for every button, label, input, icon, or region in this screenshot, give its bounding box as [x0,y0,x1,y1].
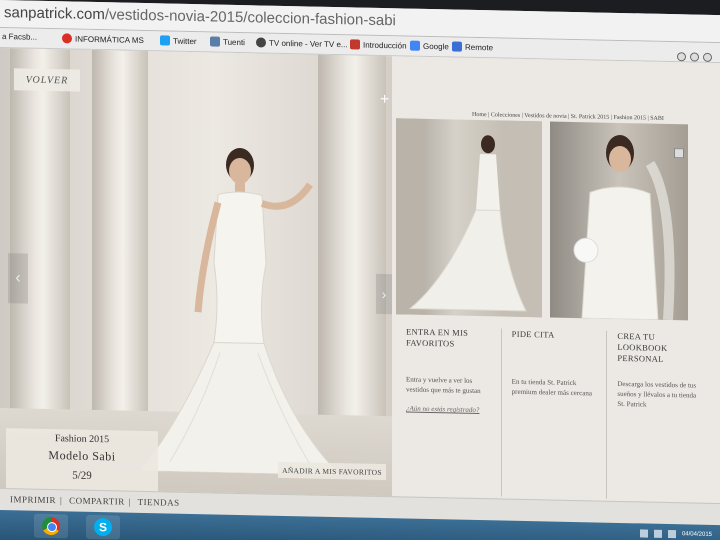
bookmark-tv-online[interactable]: TV online - Ver TV e... [256,37,348,49]
taskbar-clock[interactable]: 04/04/2015 [682,530,712,539]
dress-back-photo [396,118,542,318]
bookmark-label: Remote [465,42,494,52]
url-host: sanpatrick.com [4,4,105,24]
browser-window: sanpatrick.com/vestidos-novia-2015/colec… [0,0,720,540]
google-icon [410,40,420,51]
model-name: Modelo Sabi [48,448,116,464]
stores-link[interactable]: TIENDAS [138,497,180,508]
remote-icon [452,41,462,52]
twitter-icon [160,35,170,46]
feature-title: ENTRA EN MIS FAVORITOS [406,326,469,349]
feature-desc: En tu tienda St. Patrick premium dealer … [511,377,592,398]
bookmark-informatica[interactable]: INFORMÁTICA MS [62,33,144,45]
prev-arrow-icon[interactable]: ‹ [8,253,28,304]
flag-icon[interactable] [667,529,676,539]
model-caption: Fashion 2015 Modelo Sabi 5/29 [6,428,158,494]
url-path: /vestidos-novia-2015/coleccion-fashion-s… [104,6,396,30]
bookmark-introduccion[interactable]: Introducción [350,39,407,50]
refresh-icon[interactable] [677,52,686,62]
collection-name: Fashion 2015 [54,433,110,446]
bookmark-google[interactable]: Google [410,40,449,52]
star-icon[interactable] [690,52,699,62]
bookmark-icon [62,33,72,44]
clock-date: 04/04/2015 [681,531,712,538]
footer-links: IMPRIMIR | COMPARTIR | TIENDAS [10,494,184,508]
back-button[interactable]: VOLVER [14,68,80,92]
bookmark-icon [350,39,360,50]
print-link[interactable]: IMPRIMIR [10,494,56,505]
feature-desc: Entra y vuelve a ver los vestidos que má… [406,375,481,396]
bookmark-facebook[interactable]: a Facsb... [2,32,37,42]
detail-panel: Home | Colecciones | Vestidos de novia |… [392,56,720,504]
wedding-dress-photo [140,148,340,476]
chrome-icon [42,516,60,536]
back-label: VOLVER [25,74,69,86]
bookmark-remote[interactable]: Remote [452,41,493,52]
thumbnail-gallery [396,118,696,321]
system-tray: 04/04/2015 [639,529,712,539]
feature-title: CREA TU LOOKBOOK PERSONAL [617,330,668,364]
bookmark-label: Introducción [363,40,407,51]
footer-divider: | [128,496,132,507]
bookmark-label: Tuenti [223,37,245,47]
share-link[interactable]: COMPARTIR [69,495,125,506]
feature-lookbook[interactable]: CREA TU LOOKBOOK PERSONAL Descarga los v… [606,330,713,501]
feature-title: PIDE CITA [511,328,555,340]
browser-toolbar-icons [677,52,712,62]
volume-icon[interactable] [653,529,662,538]
feature-appointment[interactable]: PIDE CITA En tu tienda St. Patrick premi… [500,328,607,499]
zoom-plus-icon[interactable]: + [380,91,389,108]
register-link[interactable]: ¿Aún no estás registrado? [406,405,491,416]
bookmark-label: a Facsb... [2,32,38,42]
dress-detail-photo [573,134,675,321]
add-to-favorites-button[interactable]: AÑADIR A MIS FAVORITOS [278,461,386,481]
tuenti-icon [210,36,220,47]
thumbnail-detail-view[interactable] [550,121,688,321]
footer-divider: | [60,495,63,506]
next-arrow-icon[interactable]: › [376,273,392,315]
page-content: VOLVER + ‹ › Fashion 2015 Modelo Sabi 5/… [0,48,720,504]
network-icon[interactable] [639,529,648,538]
url-text[interactable]: sanpatrick.com/vestidos-novia-2015/colec… [4,4,396,29]
expand-icon[interactable] [674,148,684,159]
bookmark-label: Google [423,41,449,51]
add-to-favorites-label: AÑADIR A MIS FAVORITOS [282,465,382,477]
hero-image: VOLVER + ‹ › Fashion 2015 Modelo Sabi 5/… [0,48,392,497]
feature-desc: Descarga los vestidos de tus sueños y ll… [617,379,697,409]
taskbar-chrome[interactable] [34,513,68,539]
thumbnail-back-view[interactable] [396,118,542,318]
taskbar-skype[interactable]: S [86,514,120,540]
bookmark-label: INFORMÁTICA MS [75,34,144,45]
bookmark-label: TV online - Ver TV e... [269,38,348,49]
bookmark-twitter[interactable]: Twitter [160,35,197,46]
bookmark-label: Twitter [173,36,197,46]
bookmark-tuenti[interactable]: Tuenti [210,36,245,47]
image-counter: 5/29 [72,469,92,482]
menu-icon[interactable] [703,52,712,62]
feature-columns: ENTRA EN MIS FAVORITOS Entra y vuelve a … [396,326,713,501]
feature-favorites[interactable]: ENTRA EN MIS FAVORITOS Entra y vuelve a … [396,326,501,496]
skype-icon: S [94,517,112,537]
tv-icon [256,37,266,48]
